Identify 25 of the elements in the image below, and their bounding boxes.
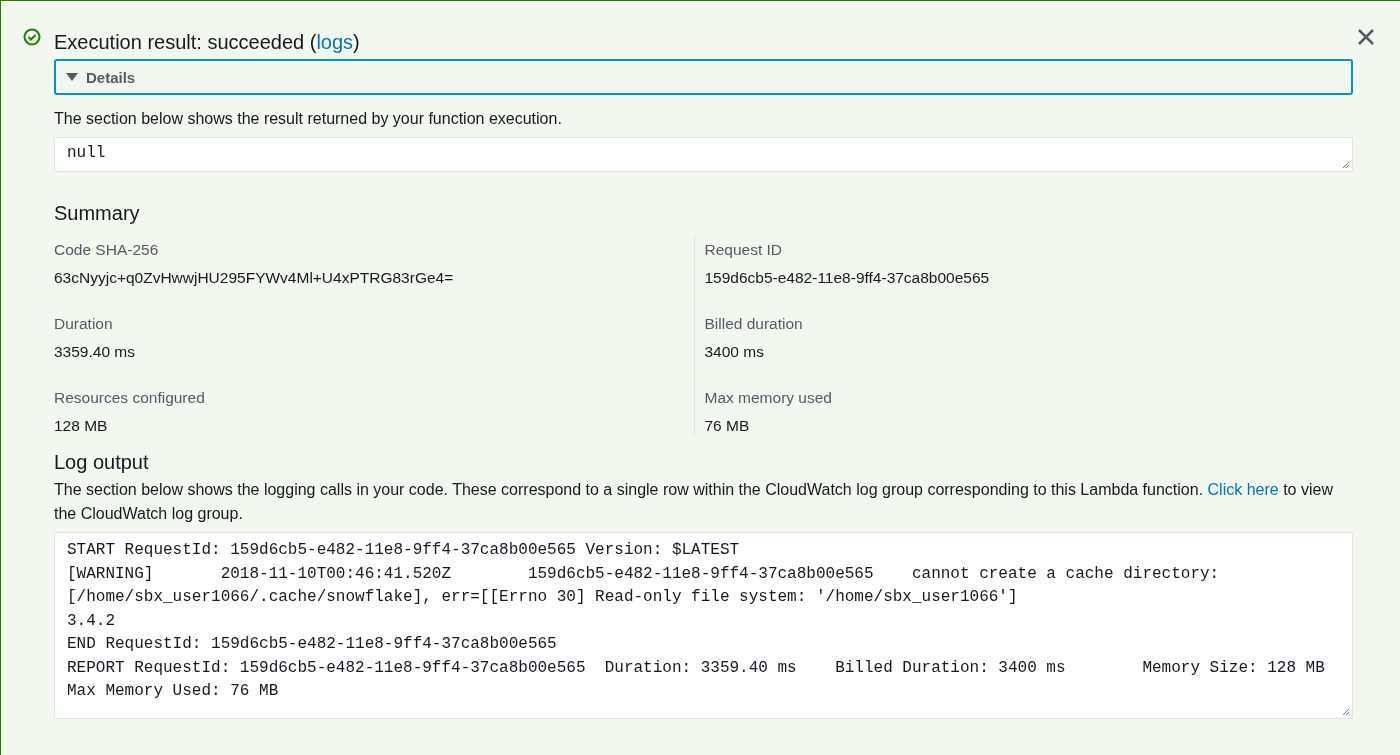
field-label: Resources configured: [54, 389, 206, 407]
log-output-description: The section below shows the logging calls in your code. These correspond to a single row within the CloudWatch log group corresponding to this Lambda function. Click here to view the CloudWatch log group.: [54, 480, 1334, 524]
execution-result-title: Execution result: succeeded (logs): [54, 30, 360, 54]
log-output-heading: Log output: [54, 451, 150, 474]
result-description: The section below shows the result returned by your function execution.: [54, 109, 563, 129]
field-value: 3359.40 ms: [54, 343, 136, 361]
field-label: Max memory used: [704, 389, 833, 407]
resize-grip-icon[interactable]: [1342, 707, 1350, 716]
field-label: Duration: [54, 315, 114, 333]
caret-icon: [66, 72, 78, 82]
click-here-link[interactable]: Click here: [1207, 481, 1279, 498]
field-label: Billed duration: [704, 315, 804, 333]
summary-heading: Summary: [54, 202, 141, 225]
field-label: Code SHA-256: [54, 241, 160, 259]
field-value: 159d6cb5-e482-11e8-9ff4-37ca8b00e565: [704, 269, 991, 287]
field-value: 63cNyyjc+q0ZvHwwjHU295FYWv4Ml+U4xPTRG83rGe4=: [54, 269, 455, 287]
result-output-field[interactable]: null: [54, 137, 1353, 172]
log-output-field[interactable]: START RequestId: 159d6cb5-e482-11e8-9ff4-37ca8b00e565 Version: $LATEST [WARNING] 2018-11-10T00:46:41.520Z 159d6cb5-e482-11e8-9ff4-37ca8b00e565 cannot create a cache directory: [/home/sbx_user1066/.cache/snowflake], err=[[Errno 30] Read-only file system: '/home/sbx_user1066'] 3.4.2 END RequestId: 159d6cb5-e482-11e8-9ff4-37ca8b00e565 REPORT RequestId: 159d6cb5-e482-11e8-9ff4-37ca8b00e565 Duration: 3359.40 ms Billed Duration: 3400 ms Memory Size: 128 MB Max Memory Used: 76 MB: [54, 532, 1353, 719]
field-label: Request ID: [704, 241, 784, 259]
field-value: 3400 ms: [704, 343, 765, 361]
field-value: 128 MB: [54, 417, 109, 435]
resize-grip-icon[interactable]: [1342, 161, 1350, 169]
logs-link[interactable]: logs: [316, 30, 354, 53]
details-toggle[interactable]: Details: [54, 59, 1353, 95]
field-value: 76 MB: [704, 417, 751, 435]
